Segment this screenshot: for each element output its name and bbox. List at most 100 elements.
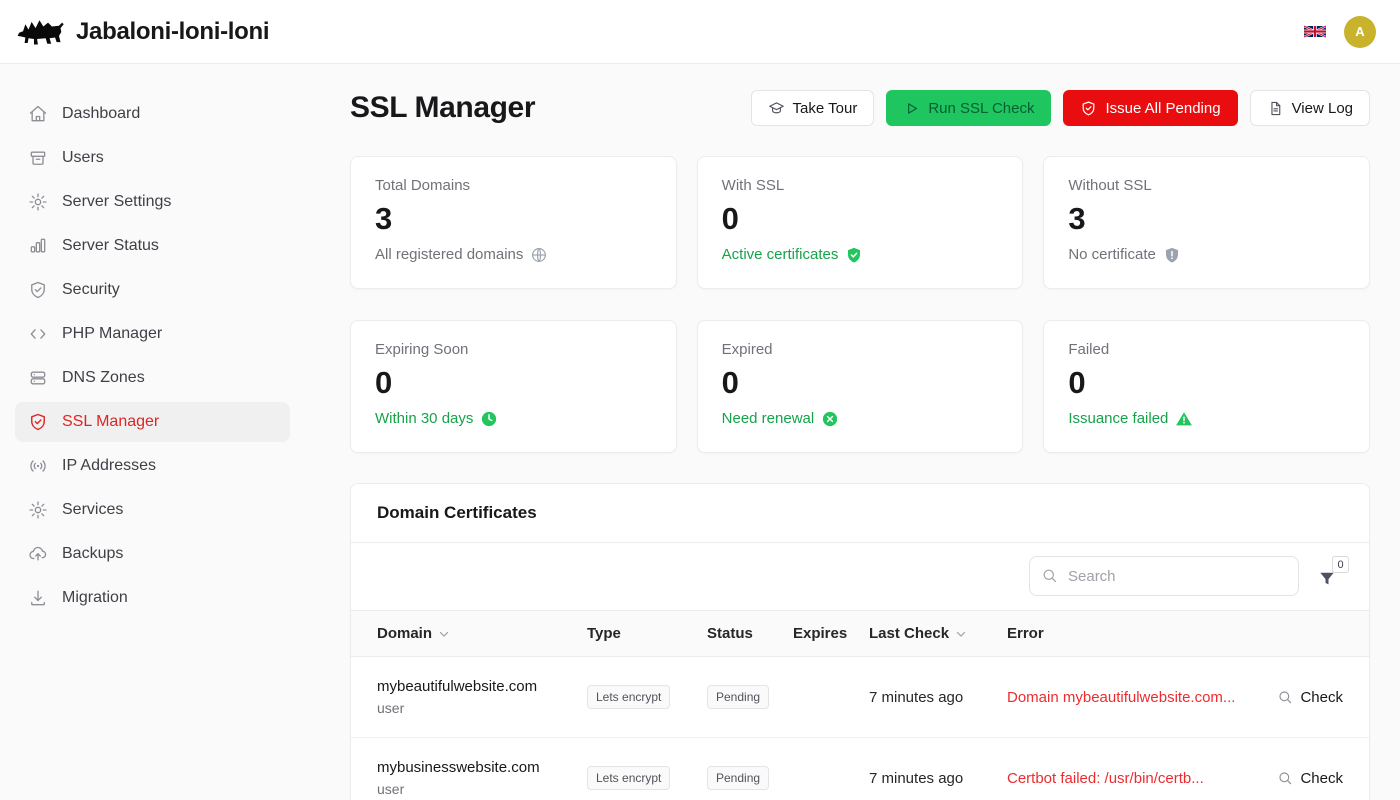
uk-flag-icon[interactable]: [1304, 24, 1326, 39]
sidebar-item-label: Security: [62, 281, 120, 299]
domain-certificates-panel: Domain Certificates 0 Domain Type Status: [350, 483, 1370, 800]
stat-value: 3: [375, 201, 652, 237]
run-ssl-check-label: Run SSL Check: [928, 100, 1034, 117]
search-input[interactable]: [1029, 556, 1299, 596]
stat-value: 0: [1068, 365, 1345, 401]
sidebar-item-ip-addresses[interactable]: IP Addresses: [15, 446, 290, 486]
search-icon: [1277, 689, 1293, 705]
domain-name: mybusinesswebsite.com: [377, 759, 587, 776]
table-row[interactable]: mybeautifulwebsite.com user Lets encrypt…: [351, 657, 1369, 738]
stat-label: Expired: [722, 341, 999, 358]
stat-card-with-ssl: With SSL 0 Active certificates: [697, 156, 1024, 289]
sidebar-item-dns-zones[interactable]: DNS Zones: [15, 358, 290, 398]
chevron-down-icon: [954, 627, 968, 641]
sidebar-item-users[interactable]: Users: [15, 138, 290, 178]
table-toolbar: 0: [351, 543, 1369, 611]
gear-icon: [28, 192, 48, 212]
bar-chart-icon: [28, 236, 48, 256]
filter-button[interactable]: 0: [1317, 563, 1343, 589]
sidebar-item-server-settings[interactable]: Server Settings: [15, 182, 290, 222]
app-title: Jabaloni-loni-loni: [76, 18, 269, 46]
stat-label: Expiring Soon: [375, 341, 652, 358]
broadcast-icon: [28, 456, 48, 476]
sidebar-item-security[interactable]: Security: [15, 270, 290, 310]
sidebar-item-ssl-manager[interactable]: SSL Manager: [15, 402, 290, 442]
stat-card-without-ssl: Without SSL 3 No certificate: [1043, 156, 1370, 289]
issue-all-pending-label: Issue All Pending: [1105, 100, 1220, 117]
stat-label: Total Domains: [375, 177, 652, 194]
take-tour-label: Take Tour: [793, 100, 858, 117]
stat-label: With SSL: [722, 177, 999, 194]
avatar[interactable]: A: [1344, 16, 1376, 48]
last-check-cell: 7 minutes ago: [869, 770, 1007, 787]
page-title: SSL Manager: [350, 91, 535, 125]
clock-icon: [480, 410, 498, 428]
document-icon: [1267, 100, 1284, 117]
sidebar-item-backups[interactable]: Backups: [15, 534, 290, 574]
shield-alert-icon: [1163, 246, 1181, 264]
stat-footer-text: Active certificates: [722, 246, 839, 263]
stat-footer-text: Issuance failed: [1068, 410, 1168, 427]
warning-triangle-icon: [1175, 410, 1193, 428]
download-icon: [28, 588, 48, 608]
take-tour-button[interactable]: Take Tour: [751, 90, 875, 126]
stat-label: Failed: [1068, 341, 1345, 358]
server-stack-icon: [28, 368, 48, 388]
check-button[interactable]: Check: [1277, 770, 1343, 787]
error-cell: Certbot failed: /usr/bin/certb...: [1007, 770, 1239, 787]
sidebar-item-label: IP Addresses: [62, 457, 156, 475]
brand[interactable]: Jabaloni-loni-loni: [16, 13, 269, 51]
sidebar-item-dashboard[interactable]: Dashboard: [15, 94, 290, 134]
chevron-down-icon: [437, 627, 451, 641]
main-content: SSL Manager Take Tour Run SSL Check Issu…: [305, 64, 1400, 800]
shield-check-icon: [28, 280, 48, 300]
search-icon: [1041, 567, 1058, 584]
graduation-cap-icon: [768, 100, 785, 117]
panel-title: Domain Certificates: [351, 484, 1369, 543]
circle-x-icon: [821, 410, 839, 428]
sidebar-item-services[interactable]: Services: [15, 490, 290, 530]
sidebar-item-label: DNS Zones: [62, 369, 145, 387]
column-header-last-check[interactable]: Last Check: [869, 625, 1007, 642]
type-badge: Lets encrypt: [587, 685, 670, 709]
column-header-status: Status: [707, 625, 793, 642]
domain-name: mybeautifulwebsite.com: [377, 678, 587, 695]
page-actions: Take Tour Run SSL Check Issue All Pendin…: [751, 90, 1370, 126]
run-ssl-check-button[interactable]: Run SSL Check: [886, 90, 1051, 126]
search-box: [1029, 556, 1299, 596]
status-badge: Pending: [707, 685, 769, 709]
shield-check-icon: [1080, 100, 1097, 117]
last-check-cell: 7 minutes ago: [869, 689, 1007, 706]
issue-all-pending-button[interactable]: Issue All Pending: [1063, 90, 1237, 126]
column-header-domain[interactable]: Domain: [377, 625, 587, 642]
column-header-expires: Expires: [793, 625, 869, 642]
view-log-label: View Log: [1292, 100, 1353, 117]
stat-card-expired: Expired 0 Need renewal: [697, 320, 1024, 453]
column-header-error: Error: [1007, 625, 1239, 642]
sidebar: Dashboard Users Server Settings Server S…: [0, 64, 305, 800]
sidebar-item-migration[interactable]: Migration: [15, 578, 290, 618]
sidebar-item-label: Dashboard: [62, 105, 140, 123]
stat-value: 0: [722, 365, 999, 401]
boar-logo-icon: [16, 13, 66, 51]
table-row[interactable]: mybusinesswebsite.com user Lets encrypt …: [351, 738, 1369, 800]
cloud-upload-icon: [28, 544, 48, 564]
domain-owner: user: [377, 700, 587, 716]
view-log-button[interactable]: View Log: [1250, 90, 1370, 126]
status-badge: Pending: [707, 766, 769, 790]
column-header-type: Type: [587, 625, 707, 642]
stat-value: 3: [1068, 201, 1345, 237]
sidebar-item-server-status[interactable]: Server Status: [15, 226, 290, 266]
globe-icon: [530, 246, 548, 264]
stat-value: 0: [722, 201, 999, 237]
search-icon: [1277, 770, 1293, 786]
filter-count-badge: 0: [1332, 556, 1349, 573]
sidebar-item-label: PHP Manager: [62, 325, 162, 343]
stat-footer-text: Within 30 days: [375, 410, 473, 427]
stat-card-failed: Failed 0 Issuance failed: [1043, 320, 1370, 453]
sidebar-item-label: Server Status: [62, 237, 159, 255]
check-label: Check: [1300, 689, 1343, 706]
play-icon: [903, 100, 920, 117]
check-button[interactable]: Check: [1277, 689, 1343, 706]
sidebar-item-php-manager[interactable]: PHP Manager: [15, 314, 290, 354]
